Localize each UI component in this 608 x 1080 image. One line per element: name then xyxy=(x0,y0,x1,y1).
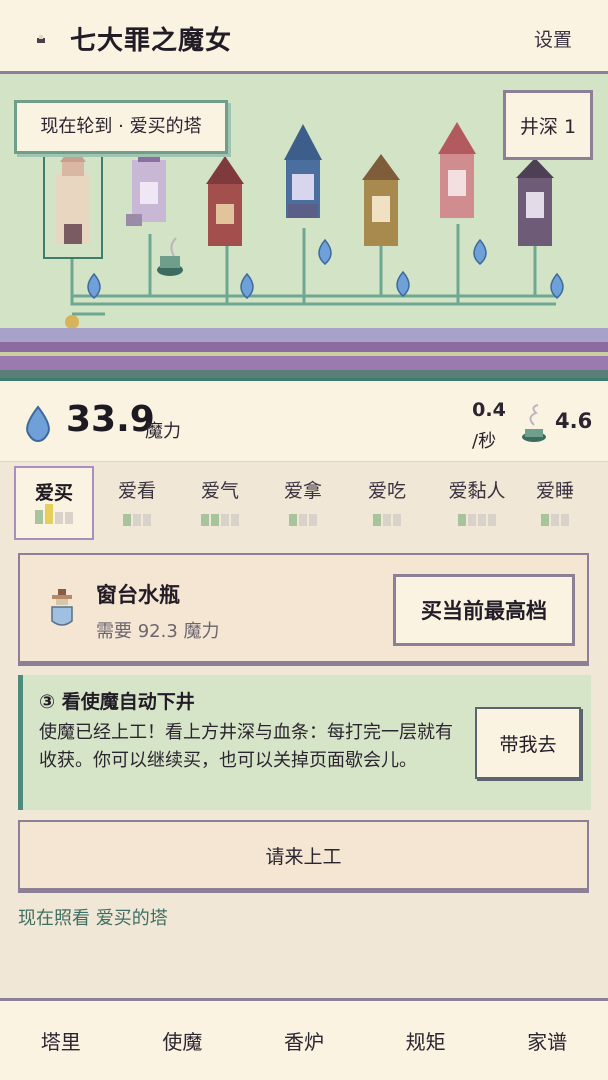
mana-rate-unit: /秒 xyxy=(472,431,497,452)
incense-value: 4.6 xyxy=(555,409,593,433)
tab-love-anger[interactable]: 爱气 xyxy=(180,466,260,540)
nav-incense[interactable]: 香炉 xyxy=(243,1001,365,1080)
settings-link[interactable]: 设置 xyxy=(534,25,572,52)
witch-logo-icon xyxy=(37,35,45,43)
tab-love-eat[interactable]: 爱吃 xyxy=(350,466,424,540)
tab-progress-bars xyxy=(458,514,496,526)
tab-love-buy[interactable]: 爱买 xyxy=(14,466,94,540)
tab-love-sleep[interactable]: 爱睡 xyxy=(524,466,586,540)
tower-love-cling xyxy=(438,122,476,218)
take-me-there-button[interactable]: 带我去 xyxy=(475,707,581,779)
tab-label: 爱拿 xyxy=(283,480,322,502)
mana-rate-value: 0.4 xyxy=(472,399,506,421)
incense-icon xyxy=(522,404,546,442)
tab-love-take[interactable]: 爱拿 xyxy=(266,466,340,540)
bottom-nav: 塔里 使魔 香炉 规矩 家谱 xyxy=(0,998,608,1080)
nav-genealogy[interactable]: 家谱 xyxy=(486,1001,608,1080)
tab-label: 爱看 xyxy=(117,480,156,502)
tab-label: 爱吃 xyxy=(367,480,406,502)
sin-tabs: 爱买 爱看 爱气 爱拿 爱吃 爱黏人 爱睡 xyxy=(10,464,600,542)
nav-rules[interactable]: 规矩 xyxy=(365,1001,487,1080)
tower-love-anger xyxy=(206,156,244,246)
current-turn-label: 现在轮到 · 爱买的塔 xyxy=(14,100,228,154)
buy-highest-tier-button[interactable]: 买当前最高档 xyxy=(393,574,575,646)
app-header: 七大罪之魔女 设置 xyxy=(0,0,608,74)
viewing-status: 现在照看 爱买的塔 xyxy=(18,908,168,929)
tab-label: 爱气 xyxy=(200,480,239,502)
tab-love-watch[interactable]: 爱看 xyxy=(100,466,174,540)
tab-progress-bars xyxy=(541,514,569,526)
item-name: 窗台水瓶 xyxy=(96,583,180,607)
tab-label: 爱黏人 xyxy=(448,480,506,502)
tab-progress-bars xyxy=(289,514,317,526)
tip-title: ③ 看使魔自动下井 xyxy=(39,691,195,713)
water-bottle-icon xyxy=(51,589,73,626)
resource-bar: 33.9 魔力 0.4 /秒 4.6 xyxy=(0,378,608,462)
nav-tower[interactable]: 塔里 xyxy=(0,1001,122,1080)
tab-love-cling[interactable]: 爱黏人 xyxy=(434,466,520,540)
tower-love-buy xyxy=(56,144,90,244)
buy-item-card: 窗台水瓶 需要 92.3 魔力 买当前最高档 xyxy=(18,553,589,663)
mana-unit: 魔力 xyxy=(145,421,181,442)
tab-progress-bars xyxy=(35,504,73,524)
mana-drop-icon xyxy=(26,405,50,443)
tip-body: 使魔已经上工！看上方井深与血条：每打完一层就有收获。你可以继续买，也可以关掉页面… xyxy=(39,722,453,771)
tower-love-eat xyxy=(362,154,400,246)
hire-familiar-button[interactable]: 请来上工 xyxy=(18,820,589,890)
tab-label: 爱买 xyxy=(34,482,73,504)
app-title: 七大罪之魔女 xyxy=(70,26,233,56)
incense-pot xyxy=(157,237,183,276)
tab-progress-bars xyxy=(373,514,401,526)
mana-value: 33.9 xyxy=(66,399,155,440)
tower-love-sleep xyxy=(516,158,554,246)
tab-progress-bars xyxy=(123,514,151,526)
tower-love-take xyxy=(284,124,322,218)
item-cost: 需要 92.3 魔力 xyxy=(96,621,220,642)
tab-label: 爱睡 xyxy=(535,480,574,502)
tower-scene: 现在轮到 · 爱买的塔 井深 1 xyxy=(0,74,608,378)
well-depth-badge: 井深 1 xyxy=(503,90,593,160)
tutorial-tip-card: ③ 看使魔自动下井 使魔已经上工！看上方井深与血条：每打完一层就有收获。你可以继… xyxy=(18,675,591,810)
nav-familiars[interactable]: 使魔 xyxy=(122,1001,244,1080)
tower-love-watch xyxy=(126,152,166,226)
tab-progress-bars xyxy=(201,514,239,526)
